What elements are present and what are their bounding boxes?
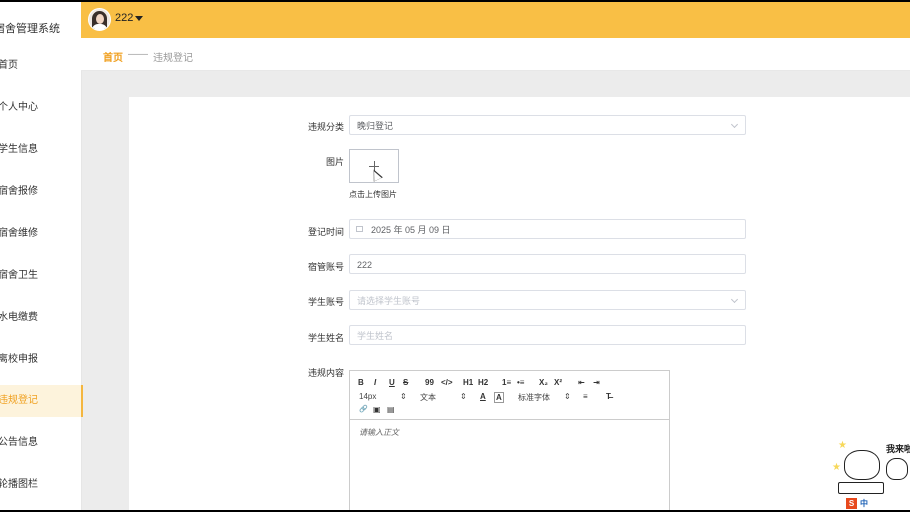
app-window: 宿舍管理系统 首页 个人中心 学生信息 宿舍报修 宿舍维修 宿舍卫生 水电缴费 … <box>0 2 910 510</box>
sidebar-item-label: 轮播图栏 <box>0 479 38 490</box>
sidebar-item-home[interactable]: 首页 <box>0 50 81 82</box>
image-upload-button[interactable] <box>349 149 399 183</box>
italic-button[interactable]: I <box>374 378 376 387</box>
sidebar-item-profile[interactable]: 个人中心 <box>0 92 81 124</box>
date-picker[interactable]: 2025 年 05 月 09 日 <box>349 219 746 239</box>
quote-button[interactable]: 99 <box>425 378 434 387</box>
ordered-list-button[interactable]: 1≡ <box>502 378 511 387</box>
dorm-account-value: 222 <box>357 260 373 270</box>
video-icon[interactable]: ▤ <box>387 405 395 414</box>
sidebar-item-students[interactable]: 学生信息 <box>0 134 81 166</box>
clear-format-button[interactable]: T̶ <box>606 392 611 401</box>
category-label: 违规分类 <box>307 122 344 132</box>
chevron-down-icon: ⇕ <box>460 392 467 401</box>
mascot-caption: 我来啦 <box>886 444 910 454</box>
sidebar-item-label: 违规登记 <box>0 395 38 406</box>
underline-button[interactable]: U <box>389 378 395 387</box>
breadcrumb-home[interactable]: 首页 <box>103 49 123 64</box>
avatar[interactable] <box>88 8 111 31</box>
sidebar-item-violation[interactable]: 违规登记 <box>0 385 83 417</box>
student-name-field[interactable]: 学生姓名 <box>349 325 746 345</box>
username[interactable]: 222 <box>115 12 133 24</box>
sidebar-item-leave[interactable]: 离校申报 <box>0 344 81 376</box>
calendar-icon <box>356 226 363 232</box>
background-color-button[interactable]: A <box>494 392 504 403</box>
chevron-down-icon[interactable] <box>135 16 143 21</box>
sidebar-item-repair[interactable]: 宿舍维修 <box>0 218 81 250</box>
sidebar: 宿舍管理系统 首页 个人中心 学生信息 宿舍报修 宿舍维修 宿舍卫生 水电缴费 … <box>0 2 83 510</box>
code-button[interactable]: </> <box>441 378 453 387</box>
sidebar-item-label: 宿舍卫生 <box>0 270 38 281</box>
h2-button[interactable]: H2 <box>478 378 488 387</box>
superscript-button[interactable]: X² <box>554 378 562 387</box>
strike-button[interactable]: S <box>403 378 408 387</box>
subscript-button[interactable]: X₂ <box>539 378 548 387</box>
outdent-button[interactable]: ⇤ <box>578 378 585 387</box>
date-value: 2025 年 05 月 09 日 <box>371 225 451 235</box>
bold-button[interactable]: B <box>358 378 364 387</box>
student-account-placeholder: 请选择学生账号 <box>357 296 421 306</box>
dorm-account-field[interactable]: 222 <box>349 254 746 274</box>
image-icon[interactable]: ▣ <box>373 405 381 414</box>
upload-hint: 点击上传图片 <box>349 190 397 199</box>
link-icon[interactable]: 🔗 <box>359 405 368 413</box>
h1-button[interactable]: H1 <box>463 378 473 387</box>
category-value: 晚归登记 <box>357 121 394 131</box>
sidebar-item-label: 学生信息 <box>0 144 38 155</box>
sidebar-item-label: 离校申报 <box>0 354 38 365</box>
breadcrumb: 首页 —— 违规登记 <box>81 38 910 71</box>
sogou-icon: S <box>846 498 857 509</box>
editor-placeholder: 请输入正文 <box>359 428 399 437</box>
chevron-down-icon: ⇕ <box>564 392 571 401</box>
ime-toolbar[interactable]: S中 <box>846 498 868 510</box>
student-account-select[interactable]: 请选择学生账号 <box>349 290 746 310</box>
student-name-label: 学生姓名 <box>307 333 344 343</box>
sidebar-item-carousel[interactable]: 轮播图栏 <box>0 469 81 501</box>
sidebar-item-label: 个人中心 <box>0 102 38 113</box>
content-label: 违规内容 <box>307 368 344 378</box>
dorm-account-label: 宿管账号 <box>307 262 344 272</box>
top-bar: 222 <box>81 2 910 38</box>
sidebar-item-hygiene[interactable]: 宿舍卫生 <box>0 260 81 292</box>
mascot-overlay: ★ ★ 我来啦 S中 <box>828 438 910 510</box>
sidebar-item-repair-report[interactable]: 宿舍报修 <box>0 176 81 208</box>
heading-select[interactable]: 文本 <box>420 392 436 403</box>
category-select[interactable]: 晚归登记 <box>349 115 746 135</box>
indent-button[interactable]: ⇥ <box>593 378 600 387</box>
mascot-character-small <box>886 458 908 480</box>
font-color-button[interactable]: A <box>480 392 486 401</box>
sidebar-title: 宿舍管理系统 <box>0 23 60 35</box>
bullet-list-button[interactable]: •≡ <box>517 378 524 387</box>
sidebar-item-label: 宿舍报修 <box>0 186 38 197</box>
rich-text-editor[interactable]: B I U S 99 </> H1 H2 1≡ •≡ X₂ X² ⇤ ⇥ 14p… <box>349 370 670 510</box>
sidebar-item-label: 宿舍维修 <box>0 228 38 239</box>
sidebar-item-payment[interactable]: 水电缴费 <box>0 302 81 334</box>
time-label: 登记时间 <box>307 227 344 237</box>
ime-language: 中 <box>860 499 868 508</box>
editor-toolbar: B I U S 99 </> H1 H2 1≡ •≡ X₂ X² ⇤ ⇥ 14p… <box>350 371 669 420</box>
chevron-down-icon <box>730 295 739 304</box>
star-icon: ★ <box>838 440 847 451</box>
student-account-label: 学生账号 <box>307 297 344 307</box>
font-family-select[interactable]: 标准字体 <box>518 392 550 403</box>
image-label: 图片 <box>325 157 344 167</box>
sidebar-item-notice[interactable]: 公告信息 <box>0 427 81 459</box>
chevron-down-icon <box>730 120 739 129</box>
breadcrumb-current: 违规登记 <box>153 53 193 64</box>
breadcrumb-separator: —— <box>128 49 148 60</box>
chevron-down-icon: ⇕ <box>400 392 407 401</box>
mascot-keyboard <box>838 482 884 494</box>
sidebar-item-label: 首页 <box>0 60 18 71</box>
font-size-select[interactable]: 14px <box>359 392 376 401</box>
sidebar-item-label: 公告信息 <box>0 437 38 448</box>
star-icon: ★ <box>832 462 841 473</box>
sidebar-item-label: 水电缴费 <box>0 312 38 323</box>
student-name-placeholder: 学生姓名 <box>357 331 394 341</box>
mascot-character <box>844 450 880 480</box>
align-button[interactable]: ≡ <box>583 392 588 401</box>
